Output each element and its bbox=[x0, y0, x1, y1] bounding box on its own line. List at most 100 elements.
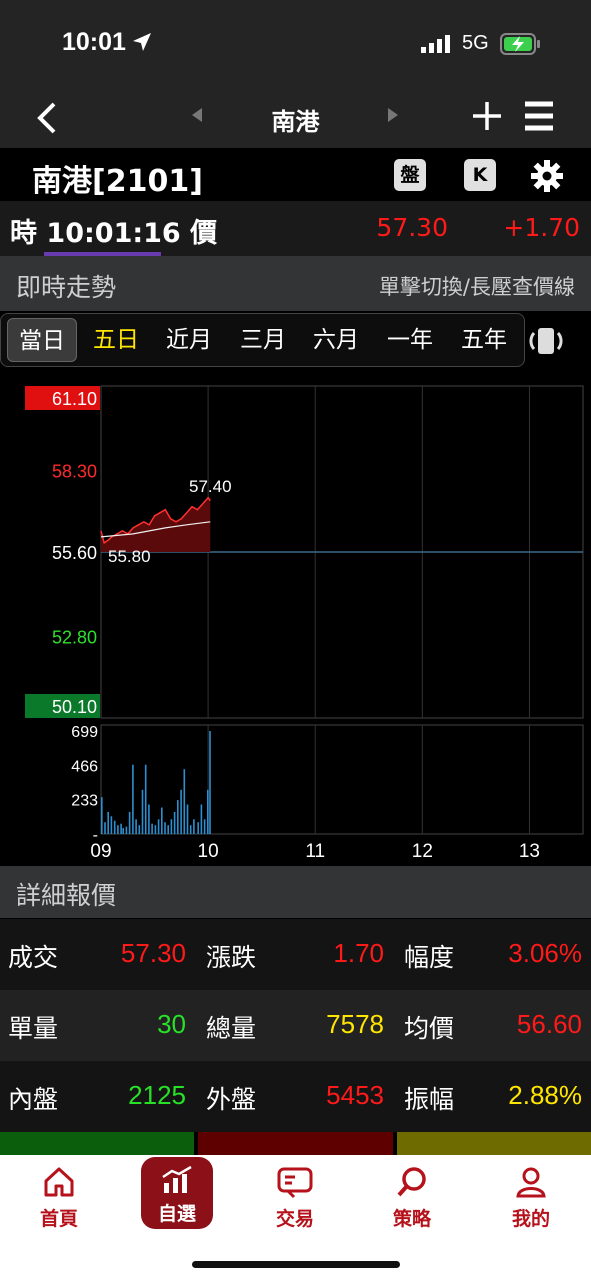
price-tick-label: 55.60 bbox=[52, 543, 97, 563]
time-tick-label: 09 bbox=[90, 841, 111, 862]
detail-value: 2125 bbox=[128, 1080, 186, 1110]
last-price: 57.30 bbox=[376, 213, 448, 242]
tab-day[interactable]: 當日 bbox=[7, 318, 77, 362]
k-line-button[interactable]: K bbox=[464, 159, 496, 191]
stock-header: 南港[2101] 盤 K bbox=[0, 148, 591, 201]
status-time: 10:01 bbox=[62, 28, 126, 56]
tab-5year[interactable]: 五年 bbox=[449, 314, 519, 366]
battery-charging-icon bbox=[500, 33, 540, 55]
home-indicator bbox=[192, 1261, 400, 1268]
tab-3month[interactable]: 三月 bbox=[228, 314, 298, 366]
volume-bar bbox=[113, 820, 116, 834]
detail-value: 56.60 bbox=[516, 1009, 582, 1039]
detail-row: 單量 30 總量 7578 均價 56.60 bbox=[0, 990, 591, 1061]
tab-1year[interactable]: 一年 bbox=[375, 314, 445, 366]
time-tick-label: 13 bbox=[519, 841, 540, 862]
time-tick-label: 11 bbox=[305, 841, 325, 862]
chart-bars-icon bbox=[162, 1165, 192, 1193]
volume-tick-label: 466 bbox=[71, 758, 98, 775]
intraday-chart[interactable]: 61.10 58.30 55.60 52.80 50.10 699 466 233-09 10 1… bbox=[0, 370, 591, 865]
volume-bar bbox=[128, 811, 131, 834]
alert-button-partial[interactable] bbox=[397, 1132, 591, 1155]
quote-row: 時 10:01:16 價 57.30 +1.70 bbox=[0, 201, 591, 256]
low-price-annotation: 55.80 bbox=[108, 547, 151, 566]
volume-bar bbox=[141, 789, 144, 834]
tab-month[interactable]: 近月 bbox=[154, 314, 224, 366]
gear-icon[interactable] bbox=[530, 159, 564, 193]
volume-bar bbox=[161, 807, 163, 834]
buy-button-partial[interactable] bbox=[0, 1132, 194, 1155]
nav-strategy-label: 策略 bbox=[392, 1208, 431, 1230]
time-label: 時 bbox=[10, 218, 37, 249]
menu-icon[interactable] bbox=[523, 100, 555, 132]
detail-value: 1.70 bbox=[333, 938, 384, 968]
volume-bar bbox=[177, 800, 179, 834]
detail-title: 詳細報價 bbox=[16, 881, 117, 910]
quote-time: 時 10:01:16 價 bbox=[10, 211, 217, 250]
network-type: 5G bbox=[462, 32, 489, 54]
volume-tick-label: 233 bbox=[71, 793, 98, 810]
signal-icon bbox=[421, 35, 450, 53]
sell-button-partial[interactable] bbox=[198, 1132, 393, 1155]
price-change: +1.70 bbox=[503, 213, 580, 242]
volume-bar bbox=[197, 822, 199, 834]
tab-6month[interactable]: 六月 bbox=[301, 314, 371, 366]
volume-bar bbox=[120, 823, 122, 834]
time-tick-label: 12 bbox=[412, 841, 433, 862]
pan-button[interactable]: 盤 bbox=[394, 159, 426, 191]
detail-value: 5453 bbox=[326, 1080, 384, 1110]
detail-value: 7578 bbox=[326, 1009, 384, 1039]
top-nav: 南港 bbox=[0, 90, 591, 148]
detail-key: 外盤 bbox=[206, 1085, 257, 1114]
nav-trade[interactable]: 交易 bbox=[245, 1165, 345, 1231]
nav-home-label: 首頁 bbox=[39, 1208, 78, 1230]
nav-profile-label: 我的 bbox=[511, 1208, 550, 1230]
nav-strategy[interactable]: 策略 bbox=[362, 1165, 462, 1231]
nav-trade-label: 交易 bbox=[275, 1208, 314, 1230]
detail-section-header: 詳細報價 bbox=[0, 866, 591, 918]
volume-bar bbox=[125, 826, 128, 834]
volume-bar bbox=[167, 825, 169, 834]
rotate-screen-icon[interactable] bbox=[528, 325, 566, 357]
nav-home[interactable]: 首頁 bbox=[9, 1165, 109, 1231]
detail-value: 3.06% bbox=[508, 938, 582, 968]
volume-bar bbox=[186, 804, 189, 834]
nav-profile[interactable]: 我的 bbox=[481, 1165, 581, 1231]
volume-bar bbox=[207, 789, 209, 834]
detail-value: 57.30 bbox=[120, 938, 186, 968]
detail-row: 內盤 2125 外盤 5453 振幅 2.88% bbox=[0, 1061, 591, 1132]
detail-row: 成交 57.30 漲跌 1.70 幅度 3.06% bbox=[0, 919, 591, 990]
volume-bar bbox=[193, 819, 195, 834]
detail-key: 振幅 bbox=[404, 1085, 455, 1114]
volume-bar bbox=[101, 797, 103, 834]
realtime-section-header: 即時走勢 單擊切換/長壓查價線 bbox=[0, 256, 591, 311]
price-tick-label: 58.30 bbox=[52, 462, 97, 482]
next-stock-icon[interactable] bbox=[386, 106, 400, 124]
volume-bar bbox=[203, 819, 206, 834]
volume-bar bbox=[107, 811, 109, 834]
price-label: 價 bbox=[190, 218, 218, 249]
detail-value: 2.88% bbox=[508, 1080, 582, 1110]
price-tick-label: 61.10 bbox=[52, 389, 97, 409]
intraday-chart-svg: 61.1058.3055.6052.8050.10699466233-09 10 1… bbox=[25, 385, 584, 862]
period-tabs: 當日 五日 近月 三月 六月 一年 五年 bbox=[0, 313, 525, 367]
price-tick-label: 52.80 bbox=[52, 628, 97, 648]
price-area bbox=[101, 497, 211, 552]
volume-bar bbox=[151, 823, 153, 834]
volume-bar bbox=[132, 764, 134, 834]
volume-bar bbox=[138, 825, 141, 834]
volume-bar bbox=[200, 804, 203, 834]
volume-bar bbox=[144, 764, 147, 834]
volume-bar bbox=[148, 804, 150, 834]
detail-key: 成交 bbox=[8, 943, 59, 972]
volume-bar bbox=[164, 822, 166, 834]
detail-key: 漲跌 bbox=[206, 943, 257, 972]
tab-5day[interactable]: 五日 bbox=[81, 314, 151, 366]
volume-bar bbox=[170, 819, 173, 834]
add-icon[interactable] bbox=[471, 100, 503, 132]
detail-value: 30 bbox=[157, 1009, 186, 1039]
time-value: 10:01:16 bbox=[46, 218, 181, 249]
detail-key: 單量 bbox=[8, 1014, 59, 1043]
nav-watchlist[interactable]: 自選 bbox=[141, 1157, 213, 1229]
high-price-annotation: 57.40 bbox=[189, 477, 232, 496]
